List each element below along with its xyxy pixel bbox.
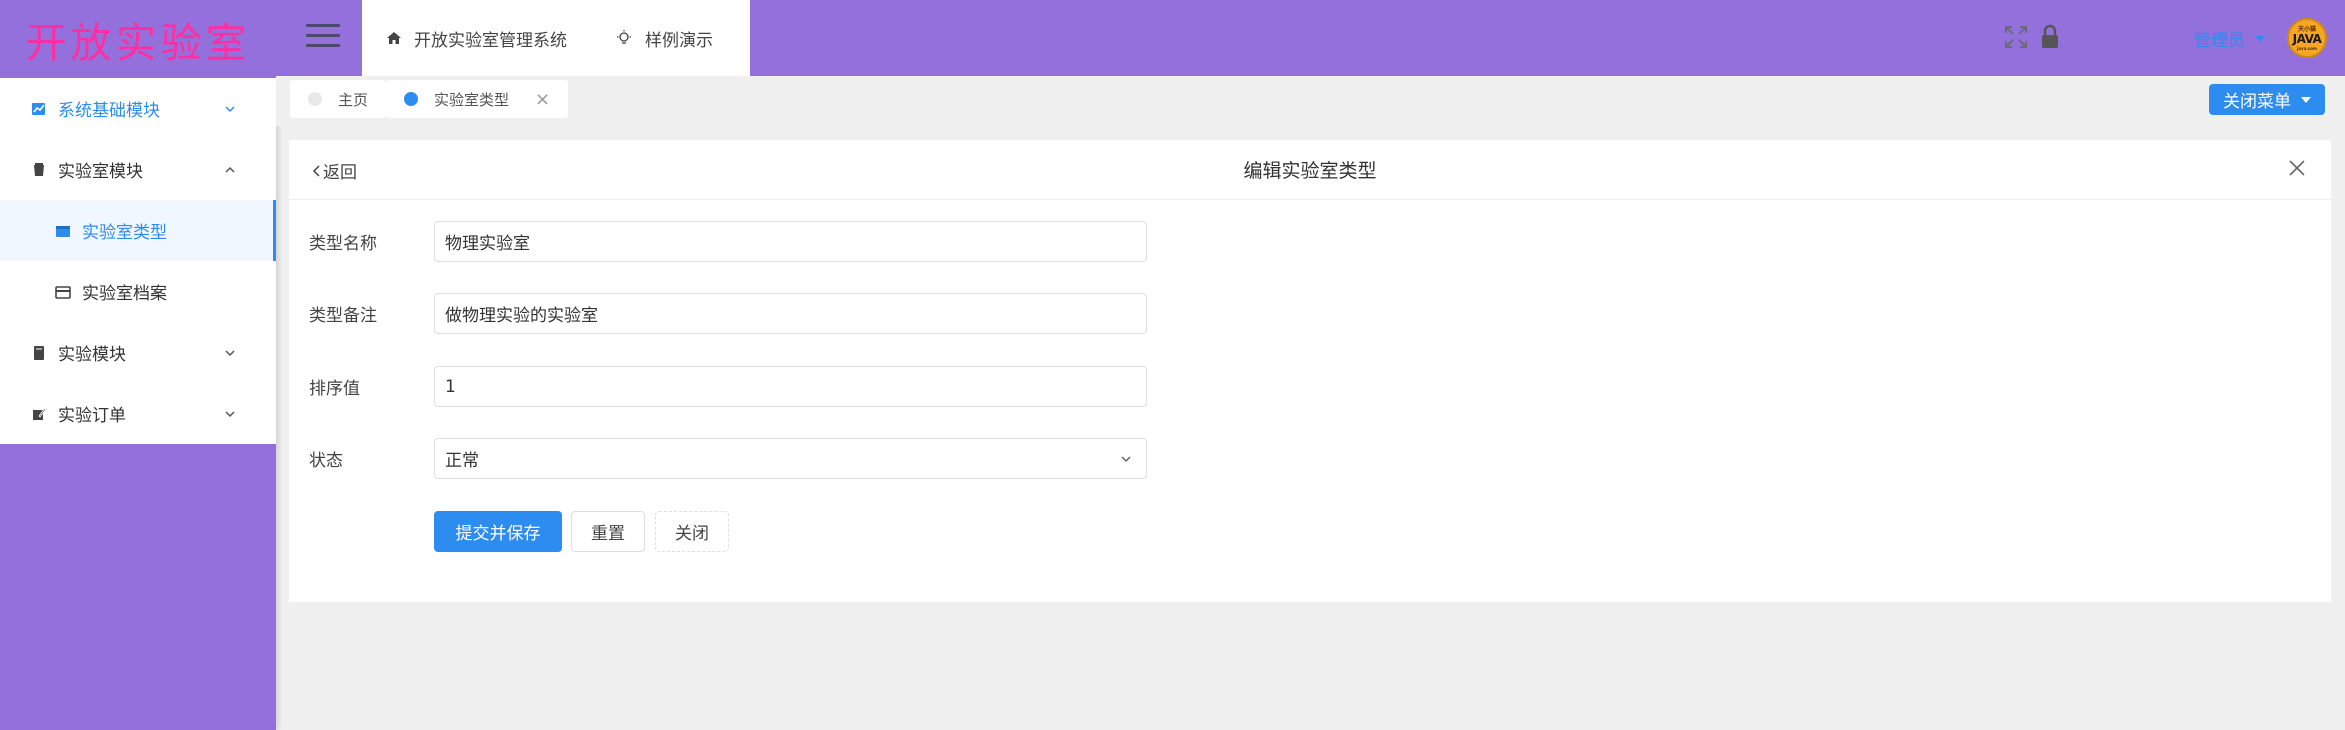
input-value: 1 — [445, 376, 456, 397]
tab-status-dot — [404, 92, 418, 106]
back-label: 返回 — [323, 163, 357, 183]
input-value: 做物理实验的实验室 — [445, 306, 598, 326]
menu-toggle-icon[interactable] — [306, 24, 340, 52]
close-icon[interactable] — [2287, 158, 2307, 178]
form-row-status: 状态 正常 — [309, 438, 1147, 479]
sidebar-item-label: 实验模块 — [58, 345, 126, 365]
nav-item-system[interactable]: 开放实验室管理系统 — [362, 0, 591, 76]
sidebar-item-experiment-order[interactable]: 实验订单 — [0, 383, 276, 444]
form-label: 类型名称 — [309, 234, 377, 254]
nav-item-label: 样例演示 — [645, 30, 713, 51]
sidebar-item-label: 实验室模块 — [58, 162, 143, 182]
status-select[interactable]: 正常 — [434, 438, 1147, 479]
avatar[interactable]: 天小猫 JAVA java.com — [2287, 18, 2327, 58]
chevron-down-icon — [225, 410, 235, 417]
card-header: 返回 编辑实验室类型 — [289, 140, 2331, 200]
form-row-name: 类型名称 物理实验室 — [309, 221, 1147, 262]
avatar-text-bottom: java.com — [2296, 45, 2318, 51]
chevron-up-icon — [225, 166, 235, 173]
app-logo[interactable]: 开放实验室 — [0, 0, 276, 78]
sidebar-item-lab-type[interactable]: 实验室类型 — [0, 200, 276, 261]
tab-label: 主页 — [338, 90, 369, 109]
lab-icon — [30, 161, 48, 179]
type-remark-input[interactable]: 做物理实验的实验室 — [434, 293, 1147, 334]
form-row-remark: 类型备注 做物理实验的实验室 — [309, 293, 1147, 334]
input-value: 物理实验室 — [445, 234, 530, 254]
book-icon — [30, 344, 48, 362]
tab-status-dot — [308, 92, 322, 106]
sidebar-item-lab-archive[interactable]: 实验室档案 — [0, 261, 276, 322]
tab-lab-type[interactable]: 实验室类型 × — [386, 80, 569, 118]
tab-bar: 主页 实验室类型 × 关闭菜单 — [276, 76, 2345, 126]
lock-icon[interactable] — [2039, 24, 2061, 50]
edit-icon — [30, 405, 48, 423]
form-label: 状态 — [309, 451, 343, 471]
chart-icon — [30, 100, 48, 118]
card-icon — [54, 283, 72, 301]
chevron-down-icon — [225, 105, 235, 112]
sidebar-item-label: 系统基础模块 — [58, 101, 160, 121]
user-menu[interactable]: 管理员 — [2194, 26, 2265, 51]
select-value: 正常 — [445, 451, 479, 471]
sidebar-item-label: 实验订单 — [58, 406, 126, 426]
sidebar-item-lab-module[interactable]: 实验室模块 — [0, 139, 276, 200]
close-icon[interactable]: × — [535, 89, 550, 110]
close-menu-label: 关闭菜单 — [2223, 92, 2291, 112]
chevron-down-icon — [1121, 456, 1131, 463]
caret-down-icon — [2255, 35, 2265, 42]
close-menu-button[interactable]: 关闭菜单 — [2209, 84, 2325, 115]
form-row-sort: 排序值 1 — [309, 366, 1147, 407]
page-title: 编辑实验室类型 — [1243, 160, 1377, 182]
chevron-down-icon — [225, 349, 235, 356]
chevron-left-icon — [312, 164, 320, 177]
caret-down-icon — [2301, 96, 2311, 103]
home-icon — [387, 32, 401, 44]
user-name: 管理员 — [2194, 31, 2245, 51]
type-name-input[interactable]: 物理实验室 — [434, 221, 1147, 262]
sidebar-item-label: 实验室档案 — [82, 284, 167, 304]
lightbulb-icon — [617, 30, 631, 44]
submit-button[interactable]: 提交并保存 — [434, 511, 562, 552]
sidebar-item-experiment-module[interactable]: 实验模块 — [0, 322, 276, 383]
close-button[interactable]: 关闭 — [655, 511, 729, 552]
sidebar: 开放实验室 系统基础模块 实验室模块 实验室类型 实验室档案 实验模块 实验订单 — [0, 0, 276, 730]
tab-label: 实验室类型 — [434, 90, 510, 109]
fullscreen-icon[interactable] — [2003, 24, 2029, 50]
top-header: 开放实验室管理系统 样例演示 管理员 天小猫 JAVA java.com — [276, 0, 2345, 76]
sidebar-item-label: 实验室类型 — [82, 223, 167, 243]
folder-icon — [54, 222, 72, 240]
back-button[interactable]: 返回 — [311, 158, 357, 183]
sidebar-item-system-basics[interactable]: 系统基础模块 — [0, 78, 276, 139]
sidebar-menu: 系统基础模块 实验室模块 实验室类型 实验室档案 实验模块 实验订单 — [0, 78, 276, 444]
nav-item-label: 开放实验室管理系统 — [414, 30, 567, 51]
form-label: 排序值 — [309, 379, 360, 399]
nav-item-demo[interactable]: 样例演示 — [591, 0, 737, 76]
sort-value-input[interactable]: 1 — [434, 366, 1147, 407]
top-nav: 开放实验室管理系统 样例演示 — [362, 0, 750, 76]
edit-card: 返回 编辑实验室类型 类型名称 物理实验室 类型备注 做物理实验的实验室 排序值… — [289, 140, 2331, 602]
avatar-text-main: JAVA — [2292, 31, 2322, 46]
form-label: 类型备注 — [309, 306, 377, 326]
tab-home[interactable]: 主页 — [290, 80, 387, 118]
reset-button[interactable]: 重置 — [571, 511, 645, 552]
